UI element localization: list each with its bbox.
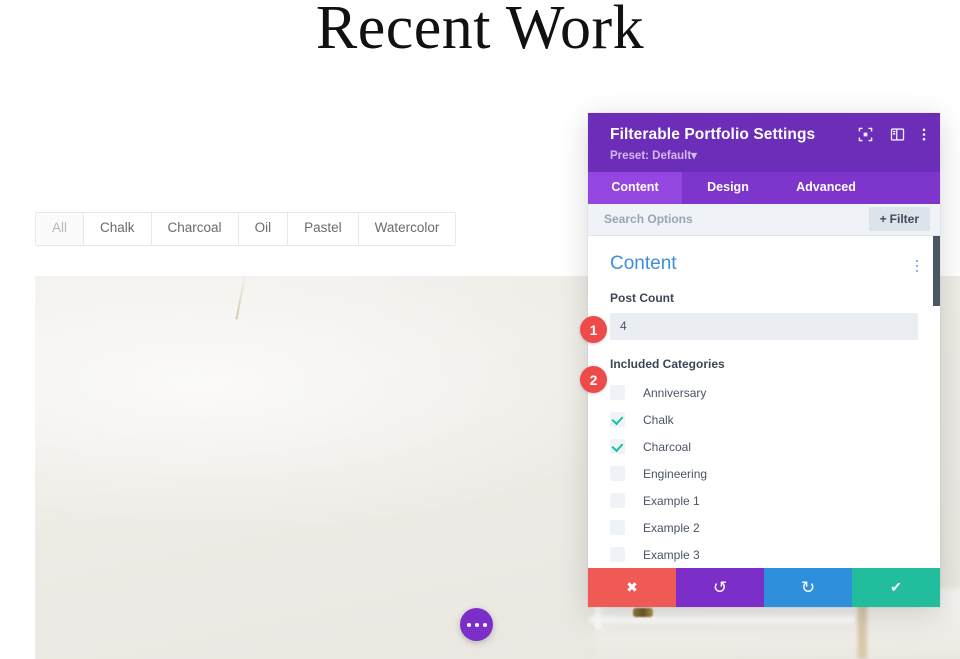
modal-tab-bar: Content Design Advanced — [588, 171, 940, 204]
category-checkbox-row[interactable]: Engineering — [610, 460, 918, 487]
category-label: Anniversary — [643, 385, 707, 400]
post-count-input[interactable] — [610, 312, 918, 340]
checkbox-icon[interactable] — [610, 385, 625, 401]
modal-scrollbar[interactable] — [933, 235, 940, 568]
focus-icon[interactable] — [858, 127, 873, 147]
save-icon: ✔ — [890, 579, 902, 595]
modal-footer-actions: ✖ ↺ ↻ ✔ — [588, 568, 940, 607]
search-options-bar: Search Options + Filter — [588, 203, 940, 236]
dot-icon — [915, 259, 918, 263]
portfolio-filter-tab[interactable]: Oil — [238, 213, 289, 245]
category-checkbox-row[interactable]: Example 3 — [610, 541, 918, 568]
checkbox-icon[interactable] — [610, 547, 625, 563]
modal-preset-label: Preset: Default — [610, 149, 692, 162]
category-label: Example 3 — [643, 547, 700, 562]
modal-header: Filterable Portfolio Settings Preset: De… — [588, 113, 940, 172]
checkbox-icon[interactable] — [610, 493, 625, 509]
checkbox-checked-icon[interactable] — [610, 412, 625, 428]
image-small-object — [633, 608, 653, 617]
checkbox-checked-icon[interactable] — [610, 439, 625, 455]
category-label: Example 2 — [643, 520, 700, 535]
cancel-icon: ✖ — [626, 579, 638, 595]
image-shelf-edge — [590, 616, 855, 623]
modal-header-icons — [858, 127, 926, 147]
portfolio-filter-tab[interactable]: Charcoal — [151, 213, 239, 245]
redo-button[interactable]: ↻ — [764, 568, 852, 607]
portfolio-filter-tab[interactable]: Chalk — [84, 213, 152, 245]
dot-icon — [474, 622, 479, 627]
modal-preset-selector[interactable]: Preset: Default▾ — [610, 148, 920, 162]
checkbox-icon[interactable] — [610, 466, 625, 482]
category-checkbox-row[interactable]: Chalk — [610, 406, 918, 433]
modal-tab-content[interactable]: Content — [588, 171, 682, 204]
modal-body: Content Post Count Included Categories A… — [588, 235, 940, 568]
chevron-down-icon: ▾ — [691, 149, 697, 162]
save-button[interactable]: ✔ — [852, 568, 940, 607]
category-checkbox-row[interactable]: Anniversary — [610, 379, 918, 406]
category-label: Charcoal — [643, 439, 692, 454]
more-options-button[interactable] — [460, 608, 493, 641]
dot-icon — [915, 269, 918, 273]
portfolio-filter-tab[interactable]: All — [36, 213, 85, 245]
included-categories-label: Included Categories — [610, 356, 725, 371]
portfolio-filter-tabs: All Chalk Charcoal Oil Pastel Watercolor — [35, 212, 457, 246]
category-label: Example 1 — [643, 493, 700, 508]
step-badge-2: 2 — [580, 366, 607, 393]
cancel-button[interactable]: ✖ — [588, 568, 676, 607]
portfolio-filter-tab[interactable]: Pastel — [288, 213, 359, 245]
more-vertical-icon[interactable] — [922, 127, 926, 147]
undo-button[interactable]: ↺ — [676, 568, 764, 607]
category-label: Engineering — [643, 466, 708, 481]
dot-icon — [482, 622, 487, 627]
plus-icon: + — [879, 212, 887, 227]
section-title: Content — [610, 252, 677, 274]
dot-icon — [915, 264, 918, 268]
filter-button-label: Filter — [889, 212, 919, 227]
modal-tab-design[interactable]: Design — [682, 172, 774, 204]
image-string-detail — [235, 276, 247, 320]
category-checkbox-row[interactable]: Charcoal — [610, 433, 918, 460]
category-checkbox-row[interactable]: Example 1 — [610, 487, 918, 514]
modal-tab-advanced[interactable]: Advanced — [774, 172, 878, 204]
step-badge-1: 1 — [580, 316, 607, 343]
category-checkbox-row[interactable]: Example 2 — [610, 514, 918, 541]
search-options-label[interactable]: Search Options — [604, 212, 693, 226]
content-section-header: Content — [610, 252, 918, 275]
dot-icon — [466, 622, 471, 627]
section-more-icon[interactable] — [915, 254, 918, 273]
filterable-portfolio-settings-modal: Filterable Portfolio Settings Preset: De… — [588, 113, 940, 607]
included-categories-list: Anniversary Chalk Charcoal Engineering Examp… — [610, 379, 918, 568]
category-label: Chalk — [643, 412, 674, 427]
undo-icon: ↺ — [712, 577, 728, 597]
panel-layout-icon[interactable] — [890, 127, 905, 147]
checkbox-icon[interactable] — [610, 520, 625, 536]
post-count-label: Post Count — [610, 291, 674, 306]
portfolio-filter-tab[interactable]: Watercolor — [358, 213, 456, 245]
page-title: Recent Work — [315, 0, 645, 62]
redo-icon: ↻ — [800, 577, 816, 597]
filter-button[interactable]: + Filter — [868, 207, 930, 232]
modal-scrollbar-thumb[interactable] — [933, 235, 940, 306]
